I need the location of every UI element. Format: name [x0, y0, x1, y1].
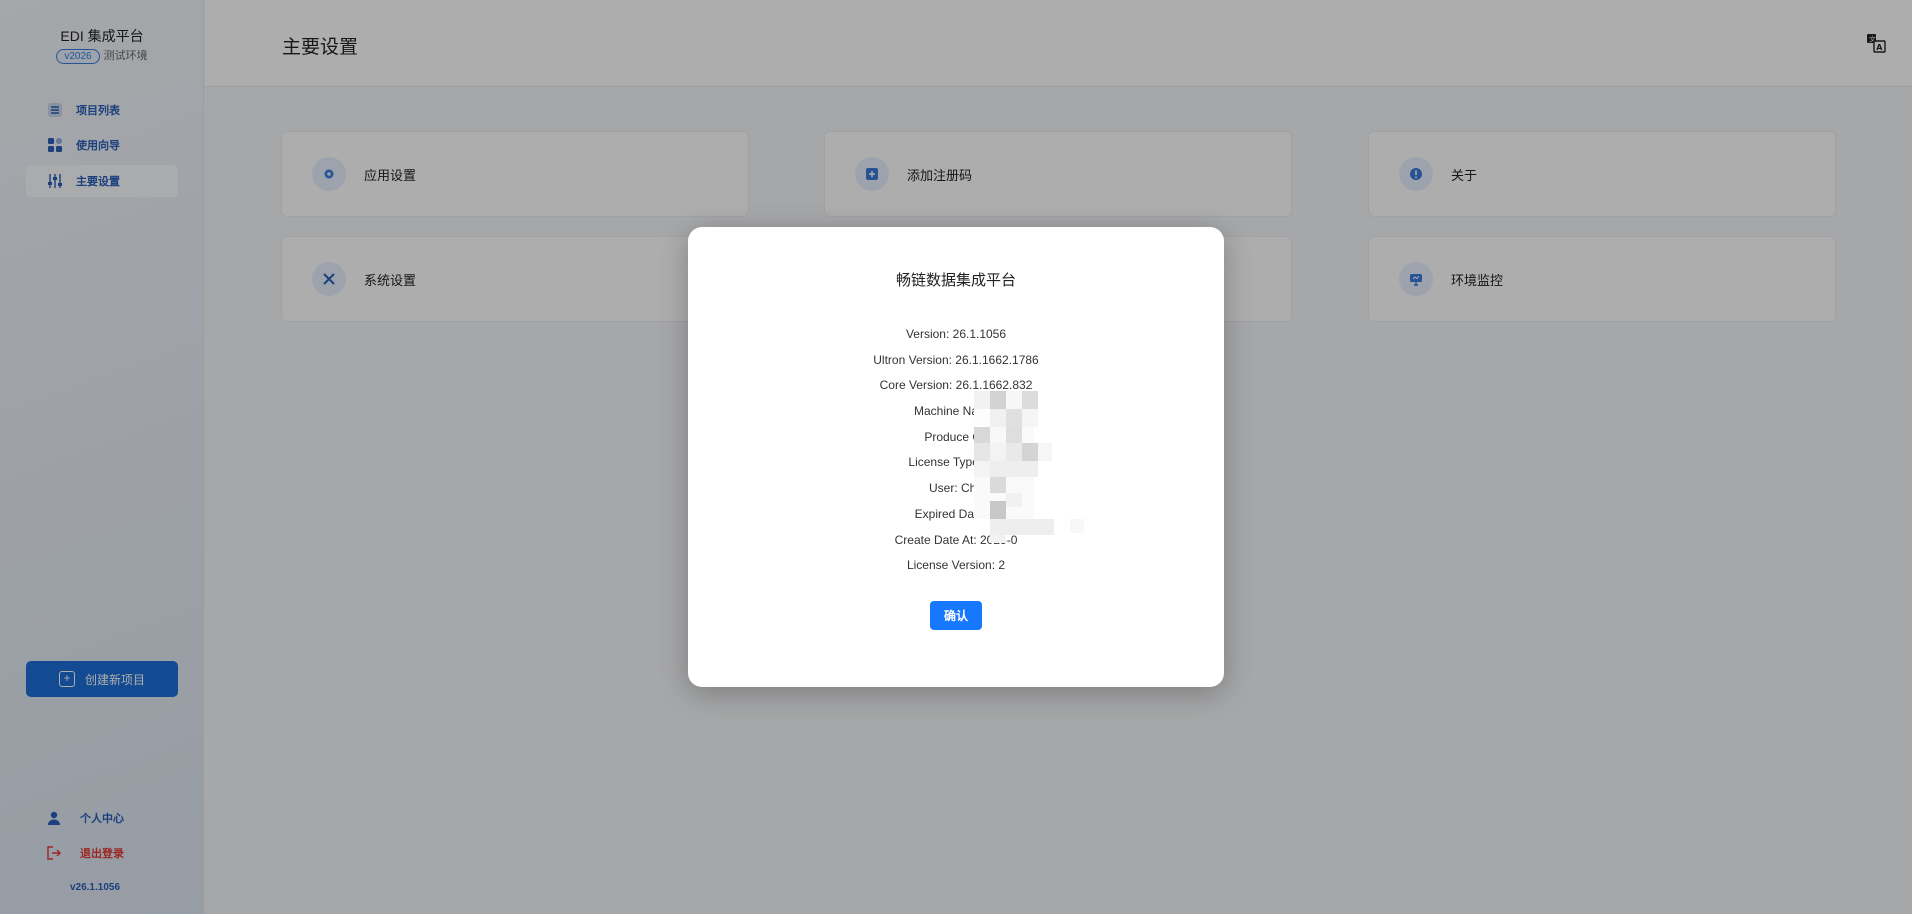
info-line: Version: 26.1.1056	[905, 327, 1007, 341]
info-line: Produce Co	[924, 429, 988, 444]
info-line: Core Version: 26.1.1662.832	[879, 378, 1033, 393]
info-line: License Type: For	[908, 455, 1004, 470]
info-line: User: Chir	[928, 481, 983, 496]
confirm-button[interactable]: 确认	[930, 601, 982, 630]
info-line: Machine Name:	[913, 404, 999, 419]
dialog-title: 畅链数据集成平台	[895, 272, 1016, 289]
info-line: Expired Date: 2	[914, 506, 998, 521]
about-dialog: 畅链数据集成平台 Version: 26.1.1056 Ultron Versi…	[688, 227, 1224, 687]
info-line: License Version: 2	[906, 558, 1006, 573]
info-line: Create Date At: 2025-0	[894, 532, 1018, 547]
redaction-mask	[974, 391, 1086, 543]
version-info: Version: 26.1.1056 Ultron Version: 26.1.…	[688, 322, 1224, 579]
info-line: Ultron Version: 26.1.1662.1786	[873, 352, 1039, 367]
